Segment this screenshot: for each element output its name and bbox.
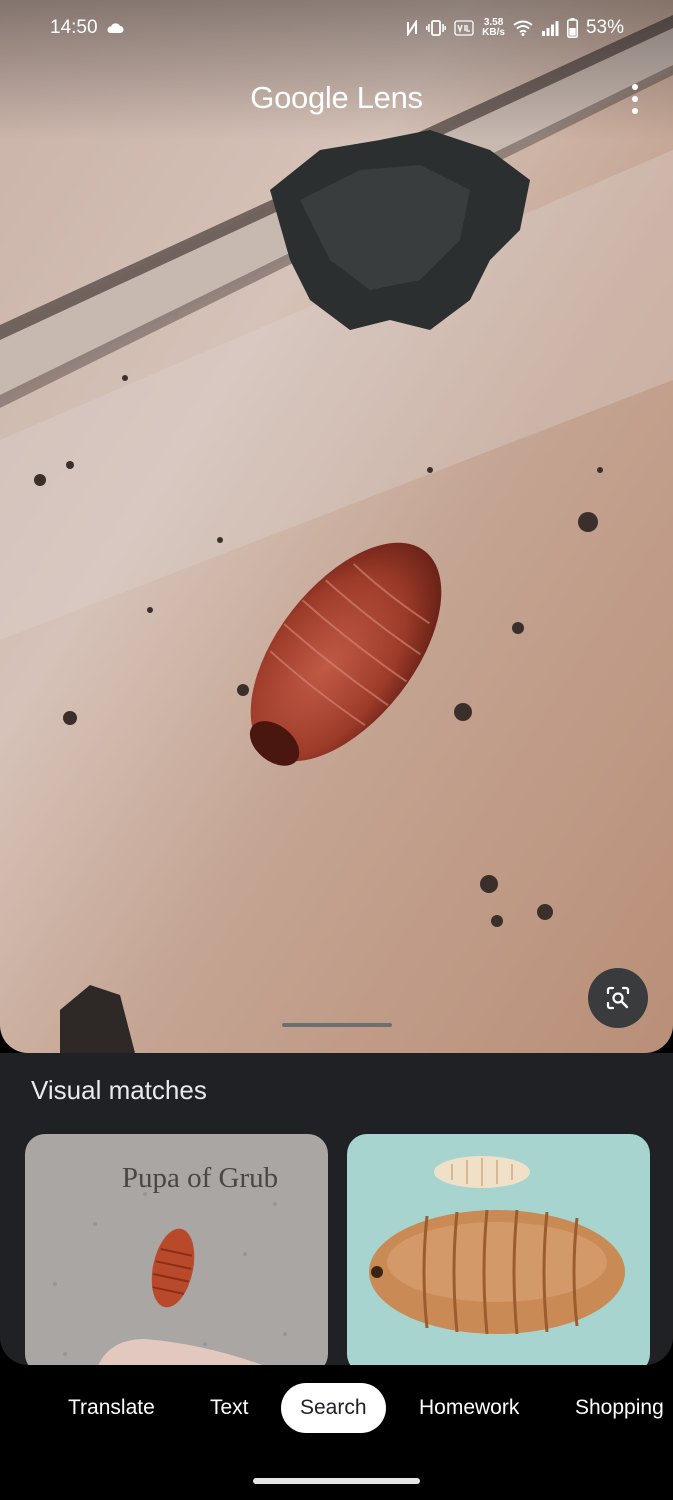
more-options-button[interactable] [625, 84, 645, 114]
lens-mode-tabs[interactable]: Translate Text Search Homework Shopping [0, 1383, 673, 1433]
visual-match-card[interactable]: Pupa of Grub [25, 1134, 328, 1365]
vibrate-icon [426, 20, 447, 36]
results-sheet[interactable]: Visual matches Pupa of Grub [0, 1053, 673, 1365]
lens-search-button[interactable] [588, 968, 648, 1028]
match-overlay-text: Pupa of Grub [122, 1162, 278, 1194]
tab-text[interactable]: Text [210, 1383, 249, 1433]
tab-homework[interactable]: Homework [419, 1383, 519, 1433]
cloud-icon [107, 23, 124, 33]
status-bar: 14:50 3.58 KB/s 53% [0, 0, 673, 56]
visual-matches-heading: Visual matches [31, 1075, 207, 1105]
tab-translate[interactable]: Translate [68, 1383, 155, 1433]
network-speed-unit: KB/s [482, 27, 505, 38]
tab-shopping[interactable]: Shopping [575, 1383, 664, 1433]
camera-photo [0, 0, 673, 1053]
signal-icon [541, 21, 559, 36]
volte-icon [454, 20, 474, 36]
network-speed: 3.58 KB/s [482, 18, 505, 38]
lens-search-icon [606, 986, 630, 1010]
visual-match-card[interactable] [347, 1134, 650, 1365]
tab-search[interactable]: Search [281, 1383, 386, 1433]
page-title: Google Lens [250, 80, 423, 115]
nfc-icon [407, 20, 418, 36]
camera-image[interactable] [0, 0, 673, 1053]
visual-match-thumbnail: Pupa of Grub [25, 1134, 328, 1365]
battery-percent: 53% [585, 17, 624, 38]
wifi-icon [513, 20, 533, 36]
home-indicator[interactable] [253, 1478, 420, 1484]
battery-icon [566, 18, 578, 38]
clock: 14:50 [50, 17, 98, 38]
crop-drag-handle[interactable] [282, 1023, 392, 1027]
more-options-icon [632, 84, 638, 90]
visual-match-thumbnail [347, 1134, 650, 1365]
